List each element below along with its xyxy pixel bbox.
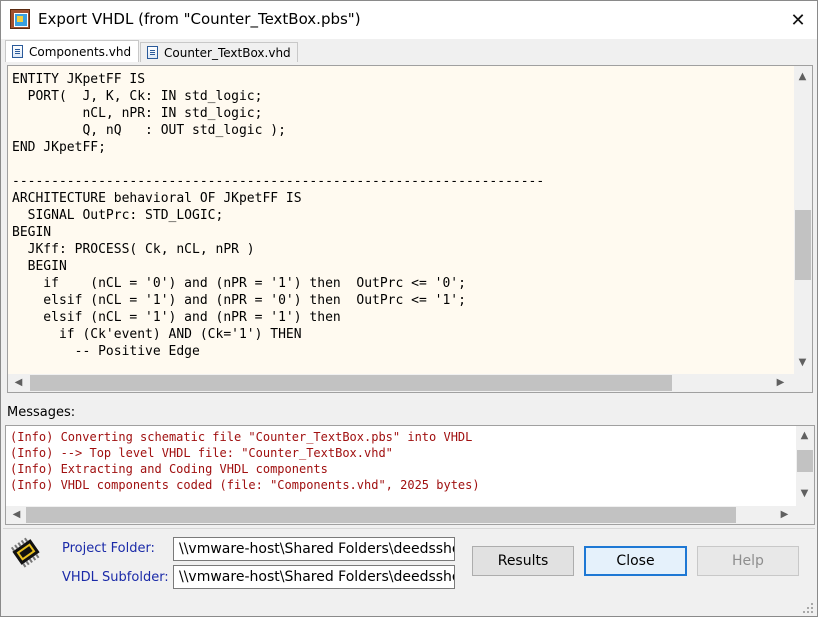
messages-horizontal-scroll-thumb[interactable] <box>26 507 736 523</box>
app-icon <box>10 9 30 29</box>
scroll-up-icon[interactable]: ▲ <box>794 68 811 85</box>
messages-label: Messages: <box>7 405 76 420</box>
document-icon <box>12 45 23 58</box>
resize-grip-icon[interactable] <box>799 601 815 615</box>
scrollbar-corner <box>796 506 814 524</box>
close-window-button[interactable]: ✕ <box>779 1 817 39</box>
export-vhdl-window: Export VHDL (from "Counter_TextBox.pbs")… <box>0 0 818 617</box>
scroll-down-icon[interactable]: ▼ <box>796 485 813 502</box>
scroll-right-icon[interactable]: ▶ <box>776 506 793 523</box>
code-vertical-scrollbar[interactable]: ▲ ▼ <box>794 66 812 374</box>
tab-counter-textbox-vhd[interactable]: Counter_TextBox.vhd <box>140 42 298 62</box>
title-bar: Export VHDL (from "Counter_TextBox.pbs")… <box>1 1 817 39</box>
project-folder-field[interactable]: \\vmware-host\Shared Folders\deedsshots\… <box>173 537 455 561</box>
vhdl-code-text[interactable]: ENTITY JKpetFF IS PORT( J, K, Ck: IN std… <box>12 71 792 371</box>
code-vertical-scroll-thumb[interactable] <box>795 210 811 280</box>
code-horizontal-scroll-thumb[interactable] <box>30 375 672 391</box>
tab-label: Components.vhd <box>29 44 132 59</box>
window-title: Export VHDL (from "Counter_TextBox.pbs") <box>38 10 361 28</box>
vhdl-subfolder-label: VHDL Subfolder: <box>62 570 169 585</box>
tab-label: Counter_TextBox.vhd <box>164 45 291 60</box>
messages-vertical-scrollbar[interactable]: ▲ ▼ <box>796 426 814 506</box>
tab-components-vhd[interactable]: Components.vhd <box>5 40 139 62</box>
vhdl-code-editor[interactable]: ENTITY JKpetFF IS PORT( J, K, Ck: IN std… <box>7 65 813 393</box>
scroll-left-icon[interactable]: ◀ <box>10 374 27 391</box>
scrollbar-corner <box>794 374 812 392</box>
results-button[interactable]: Results <box>472 546 574 576</box>
document-icon <box>147 46 158 59</box>
help-button[interactable]: Help <box>697 546 799 576</box>
scroll-down-icon[interactable]: ▼ <box>794 354 811 371</box>
project-folder-label: Project Folder: <box>62 541 155 556</box>
scroll-right-icon[interactable]: ▶ <box>772 374 789 391</box>
tab-strip: Components.vhd Counter_TextBox.vhd <box>1 39 817 63</box>
scroll-left-icon[interactable]: ◀ <box>8 506 25 523</box>
messages-panel[interactable]: (Info) Converting schematic file "Counte… <box>5 425 815 525</box>
close-button[interactable]: Close <box>584 546 687 576</box>
bottom-divider <box>3 528 815 529</box>
code-horizontal-scrollbar[interactable]: ◀ ▶ <box>8 374 794 392</box>
messages-vertical-scroll-thumb[interactable] <box>797 450 813 472</box>
deeds-chip-logo <box>9 535 43 569</box>
scroll-up-icon[interactable]: ▲ <box>796 427 813 444</box>
messages-horizontal-scrollbar[interactable]: ◀ ▶ <box>6 506 796 524</box>
messages-text: (Info) Converting schematic file "Counte… <box>10 430 480 492</box>
vhdl-subfolder-field[interactable]: \\vmware-host\Shared Folders\deedsshots\… <box>173 565 455 589</box>
